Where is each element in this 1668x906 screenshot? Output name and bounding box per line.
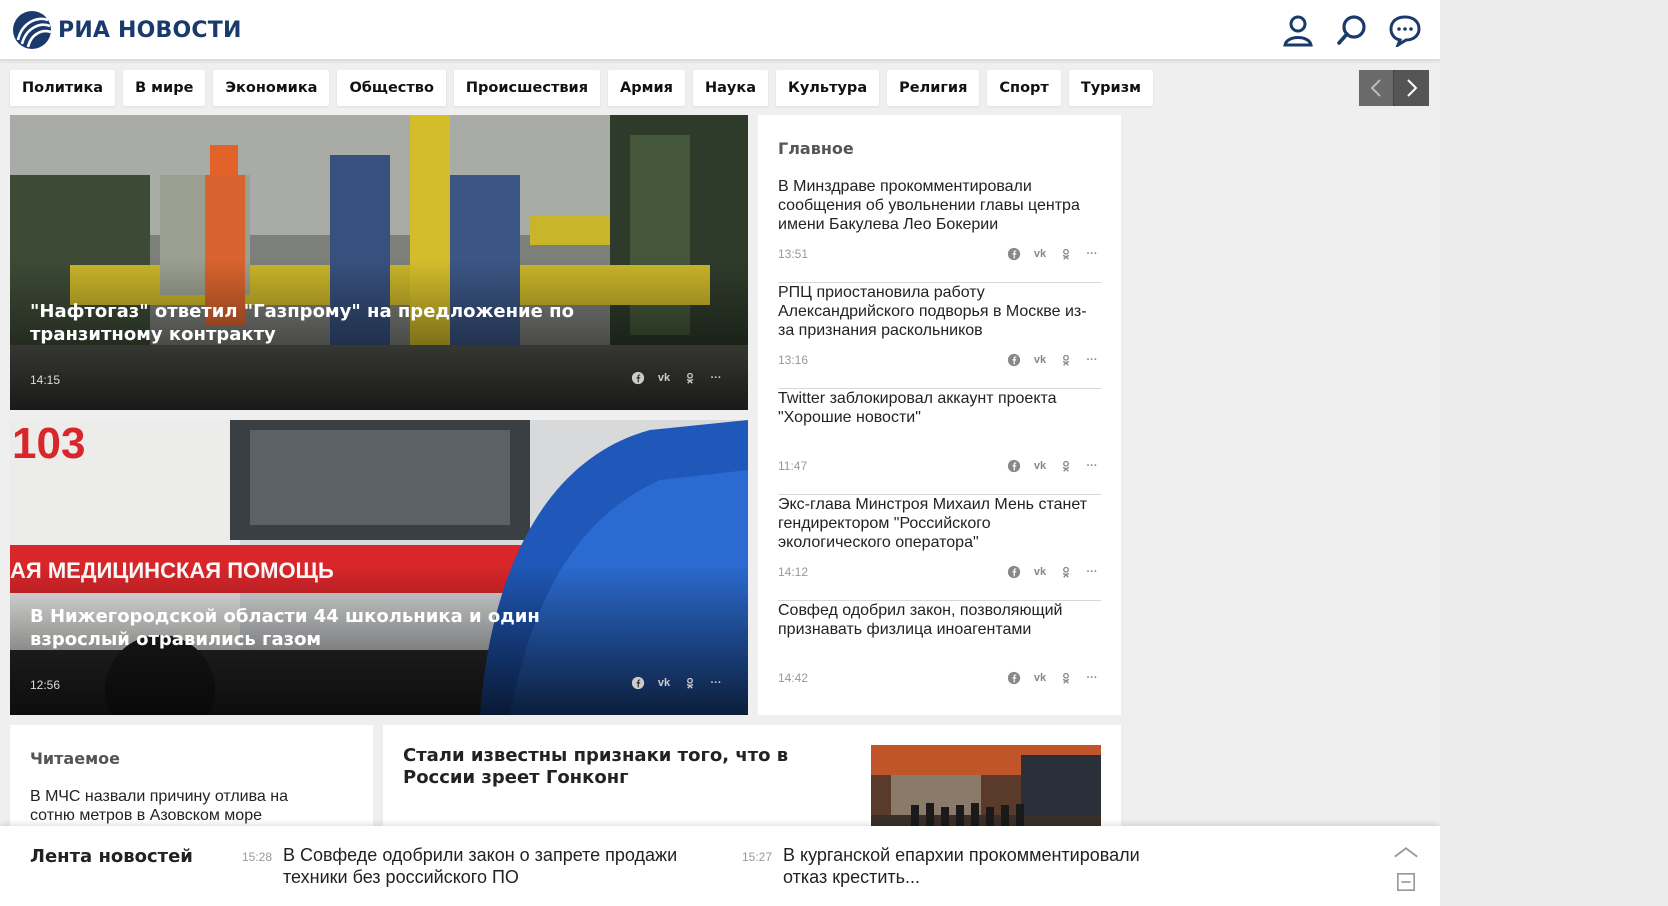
more-icon[interactable]: ···: [1084, 246, 1100, 262]
main-news-item-time: 11:47: [778, 459, 808, 473]
news-feed-title[interactable]: Лента новостей: [30, 846, 193, 867]
user-icon[interactable]: [1280, 12, 1316, 48]
hero-title[interactable]: В Нижегородской области 44 школьника и о…: [30, 605, 590, 651]
main-news-item-time: 14:42: [778, 671, 809, 685]
svg-text:103: 103: [12, 420, 85, 468]
main-news-title[interactable]: Главное: [778, 139, 854, 158]
more-icon[interactable]: ···: [1084, 458, 1100, 474]
more-icon[interactable]: ···: [708, 370, 724, 386]
more-icon[interactable]: ···: [1084, 352, 1100, 368]
tab-army[interactable]: Армия: [608, 70, 685, 106]
ok-icon[interactable]: [682, 675, 698, 691]
main-news-item: РПЦ приостановила работу Александрийског…: [778, 283, 1101, 389]
ok-icon[interactable]: [682, 370, 698, 386]
hero-article-naftogaz[interactable]: "Нафтогаз" ответил "Газпрому" на предлож…: [10, 115, 748, 410]
main-news-item-text[interactable]: Совфед одобрил закон, позволяющий призна…: [778, 601, 1101, 639]
more-icon[interactable]: ···: [1084, 670, 1100, 686]
vk-icon[interactable]: vk: [656, 675, 672, 691]
main-news-item: Совфед одобрил закон, позволяющий призна…: [778, 601, 1101, 707]
vk-icon[interactable]: vk: [1032, 246, 1048, 262]
tabs-next-button[interactable]: [1394, 70, 1429, 106]
minimize-icon: [1397, 873, 1415, 891]
ok-icon[interactable]: [1058, 458, 1074, 474]
tab-world[interactable]: В мире: [123, 70, 206, 106]
item-share: vk ···: [1006, 458, 1100, 474]
tab-society[interactable]: Общество: [337, 70, 446, 106]
hero-title[interactable]: "Нафтогаз" ответил "Газпрому" на предлож…: [30, 300, 590, 346]
vk-icon[interactable]: vk: [1032, 670, 1048, 686]
main-news-item-text[interactable]: Twitter заблокировал аккаунт проекта "Хо…: [778, 389, 1101, 427]
page: РИА НОВОСТИ Политика В мире Экономика Об…: [0, 0, 1440, 906]
facebook-icon[interactable]: [1006, 458, 1022, 474]
right-gutter: [1440, 0, 1668, 906]
main-news-item: Twitter заблокировал аккаунт проекта "Хо…: [778, 389, 1101, 495]
chat-icon[interactable]: [1387, 12, 1423, 48]
facebook-icon[interactable]: [630, 370, 646, 386]
hero-time: 14:15: [30, 373, 61, 387]
logo-text: РИА НОВОСТИ: [58, 17, 242, 43]
main-news-item-text[interactable]: РПЦ приостановила работу Александрийског…: [778, 283, 1101, 340]
most-read-item[interactable]: В МЧС назвали причину отлива на сотню ме…: [30, 787, 330, 825]
item-share: vk ···: [1006, 564, 1100, 580]
ria-logo-icon: [13, 11, 52, 49]
main-news-item-time: 13:51: [778, 247, 809, 261]
main-news-item-time: 14:12: [778, 565, 809, 579]
main-news-item-time: 13:16: [778, 353, 809, 367]
tab-religion[interactable]: Религия: [887, 70, 980, 106]
ok-icon[interactable]: [1058, 670, 1074, 686]
more-icon[interactable]: ···: [708, 675, 724, 691]
main-news-box: Главное В Минздраве прокомментировали со…: [758, 115, 1121, 715]
news-feed-bar: Лента новостей 15:28 В Совфеде одобрили …: [0, 826, 1440, 906]
ok-icon[interactable]: [1058, 352, 1074, 368]
vk-icon[interactable]: vk: [1032, 564, 1048, 580]
vk-icon[interactable]: vk: [656, 370, 672, 386]
search-icon[interactable]: [1334, 12, 1370, 48]
news-feed-time: 15:28: [242, 850, 273, 864]
ok-icon[interactable]: [1058, 564, 1074, 580]
tab-culture[interactable]: Культура: [775, 70, 880, 106]
news-feed-item[interactable]: В курганской епархии прокомментировали о…: [783, 844, 1163, 888]
rubric-tabs: Политика В мире Экономика Общество Проис…: [10, 70, 1153, 106]
main-news-item: В Минздраве прокомментировали сообщения …: [778, 177, 1101, 283]
vk-icon[interactable]: vk: [1032, 352, 1048, 368]
main-news-item: Экс-глава Минстроя Михаил Мень станет ге…: [778, 495, 1101, 601]
feed-minimize-button[interactable]: [1392, 870, 1420, 894]
hero-article-poisoning[interactable]: 103 АЯ МЕДИЦИНСКАЯ ПОМОЩЬ В Нижегородско…: [10, 420, 748, 715]
item-share: vk ···: [1006, 670, 1100, 686]
chevron-left-icon: [1370, 79, 1381, 97]
tab-economy[interactable]: Экономика: [213, 70, 330, 106]
tab-politics[interactable]: Политика: [10, 70, 116, 106]
more-icon[interactable]: ···: [1084, 564, 1100, 580]
tabs-prev-button[interactable]: [1359, 70, 1394, 106]
header: РИА НОВОСТИ: [0, 0, 1440, 60]
item-share: vk ···: [1006, 352, 1100, 368]
facebook-icon[interactable]: [1006, 352, 1022, 368]
tab-science[interactable]: Наука: [692, 70, 768, 106]
main-news-item-text[interactable]: Экс-глава Минстроя Михаил Мень станет ге…: [778, 495, 1101, 552]
ok-icon[interactable]: [1058, 246, 1074, 262]
hero-share: vk ···: [630, 675, 724, 691]
logo[interactable]: РИА НОВОСТИ: [12, 10, 242, 50]
item-share: vk ···: [1006, 246, 1100, 262]
hero-share: vk ···: [630, 370, 724, 386]
feed-expand-button[interactable]: [1392, 840, 1420, 864]
tab-incidents[interactable]: Происшествия: [453, 70, 601, 106]
facebook-icon[interactable]: [1006, 564, 1022, 580]
feature-story-title[interactable]: Стали известны признаки того, что в Росс…: [403, 745, 803, 789]
tab-tourism[interactable]: Туризм: [1068, 70, 1153, 106]
facebook-icon[interactable]: [630, 675, 646, 691]
main-news-item-text[interactable]: В Минздраве прокомментировали сообщения …: [778, 177, 1101, 234]
news-feed-time: 15:27: [742, 850, 773, 864]
vk-icon[interactable]: vk: [1032, 458, 1048, 474]
facebook-icon[interactable]: [1006, 670, 1022, 686]
news-feed-item[interactable]: В Совфеде одобрили закон о запрете прода…: [283, 844, 683, 888]
chevron-right-icon: [1406, 79, 1417, 97]
tab-sport[interactable]: Спорт: [987, 70, 1061, 106]
hero-time: 12:56: [30, 678, 61, 692]
chevron-up-icon: [1394, 847, 1418, 858]
most-read-title[interactable]: Читаемое: [30, 749, 120, 768]
facebook-icon[interactable]: [1006, 246, 1022, 262]
tabs-scroll-controls: [1359, 70, 1431, 106]
